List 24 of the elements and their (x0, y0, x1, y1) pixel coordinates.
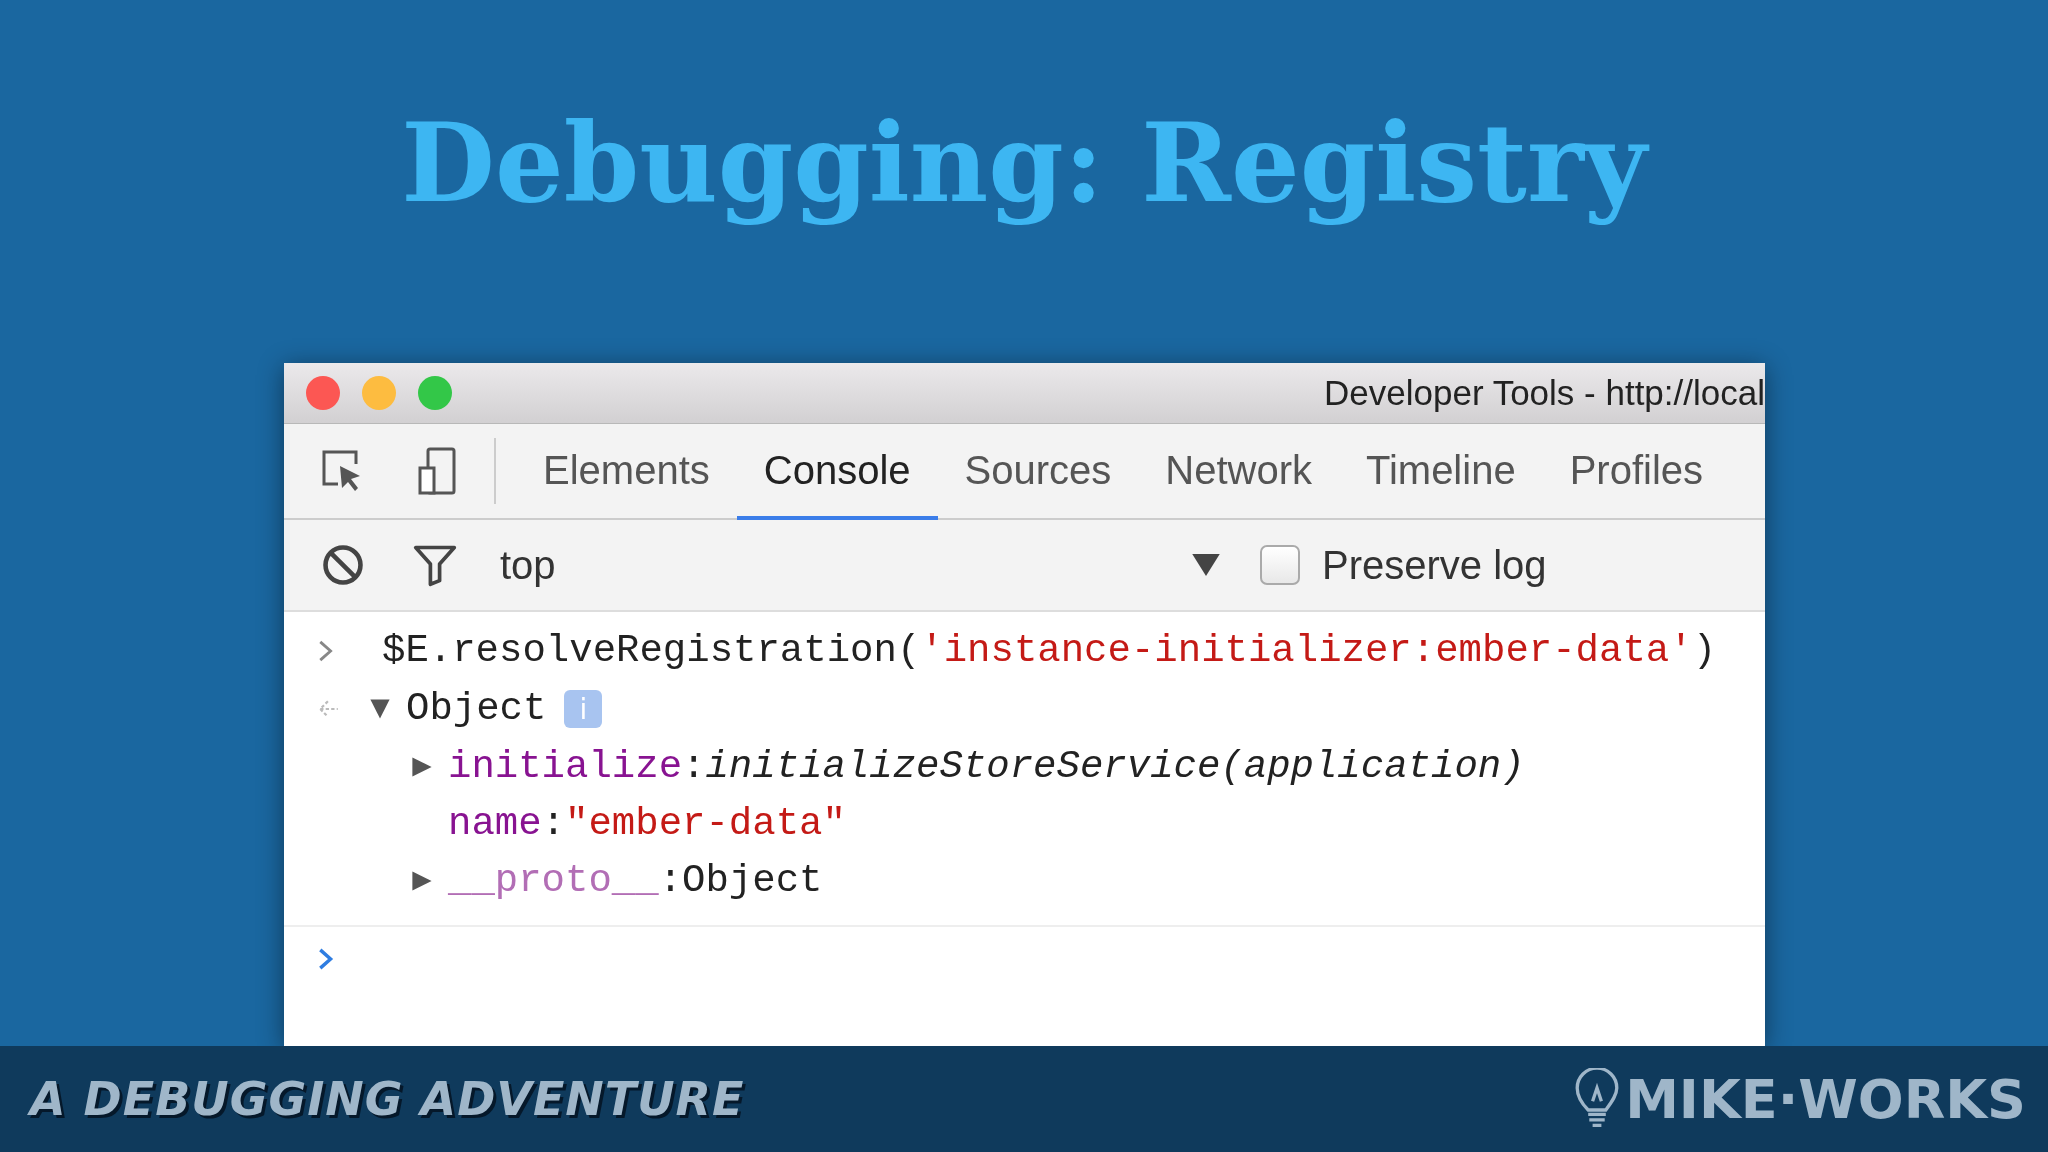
panel-tab[interactable]: Profiles (1542, 424, 1731, 520)
preserve-log-label: Preserve log (1322, 542, 1547, 588)
panel-tab[interactable]: Network (1138, 424, 1339, 520)
window-title: Developer Tools - http://local (1324, 373, 1765, 413)
object-label: Object (406, 687, 547, 731)
panel-tab[interactable]: Timeline (1338, 424, 1543, 520)
lightbulb-icon (1575, 1068, 1620, 1130)
object-property: initialize:initializeStoreService(application) (448, 744, 1525, 789)
object-property: name:"ember-data" (448, 801, 846, 846)
context-dropdown[interactable]: top (500, 542, 1220, 588)
prompt-chevron-icon[interactable] (318, 947, 334, 971)
input-chevron-icon (318, 639, 334, 663)
preserve-log-checkbox[interactable] (1260, 545, 1300, 585)
console-command: $E.resolveRegistration('instance-initializer:ember-data') (382, 629, 1717, 673)
panel-tab[interactable]: Sources (937, 424, 1139, 520)
clear-icon[interactable] (320, 542, 366, 588)
expand-triangle-icon[interactable] (410, 754, 434, 779)
dropdown-arrow-icon (1192, 554, 1220, 576)
expand-triangle-icon[interactable] (368, 697, 392, 721)
panel-tab[interactable]: Elements (516, 424, 737, 520)
close-button[interactable] (306, 376, 340, 410)
brand-name: MIKE·WORKS (1625, 1067, 2026, 1131)
expand-triangle-icon[interactable] (410, 868, 434, 893)
object-property: __proto__:Object (448, 858, 823, 903)
